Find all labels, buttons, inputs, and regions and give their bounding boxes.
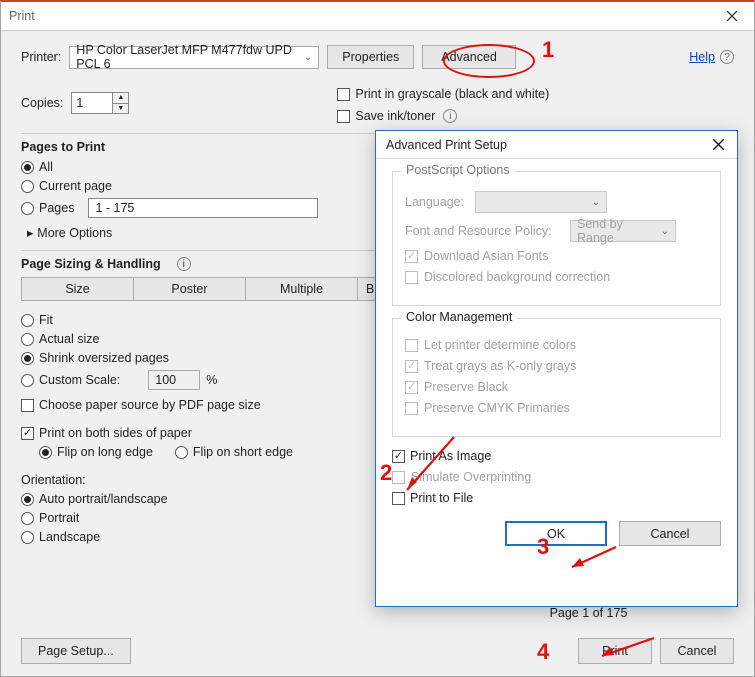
radio-auto-orient[interactable] xyxy=(21,493,34,506)
spinner-down-icon[interactable]: ▼ xyxy=(113,104,128,114)
color-management-group: Color Management Let printer determine c… xyxy=(392,318,721,437)
radio-flip-long[interactable] xyxy=(39,446,52,459)
radio-landscape[interactable] xyxy=(21,531,34,544)
print-button[interactable]: Print xyxy=(578,638,652,664)
modal-close-button[interactable] xyxy=(699,131,737,159)
radio-pages[interactable] xyxy=(21,202,34,215)
both-sides-checkbox[interactable] xyxy=(21,427,34,440)
advanced-print-setup-dialog: Advanced Print Setup PostScript Options … xyxy=(375,130,738,607)
custom-scale-input[interactable]: 100 xyxy=(148,370,200,390)
preserve-black-checkbox xyxy=(405,381,418,394)
print-to-file-checkbox[interactable] xyxy=(392,492,405,505)
modal-cancel-button[interactable]: Cancel xyxy=(619,521,721,546)
close-icon xyxy=(713,139,724,150)
titlebar: Print xyxy=(1,2,754,31)
print-as-image-checkbox[interactable] xyxy=(392,450,405,463)
modal-ok-button[interactable]: OK xyxy=(505,521,607,546)
asian-fonts-checkbox xyxy=(405,250,418,263)
modal-title: Advanced Print Setup xyxy=(386,138,507,152)
modal-titlebar: Advanced Print Setup xyxy=(376,131,737,159)
printer-selected-value: HP Color LaserJet MFP M477fdw UPD PCL 6 xyxy=(76,43,304,71)
advanced-button[interactable]: Advanced xyxy=(422,45,516,69)
printer-select[interactable]: HP Color LaserJet MFP M477fdw UPD PCL 6 … xyxy=(69,46,319,69)
orientation-heading: Orientation: xyxy=(21,473,387,487)
radio-flip-short[interactable] xyxy=(175,446,188,459)
spinner-up-icon[interactable]: ▲ xyxy=(113,93,128,104)
radio-shrink[interactable] xyxy=(21,352,34,365)
sizing-heading: Page Sizing & Handling xyxy=(21,257,161,271)
grayscale-label: Print in grayscale (black and white) xyxy=(355,87,549,101)
postscript-options-group: PostScript Options Language:⌄ Font and R… xyxy=(392,171,721,306)
page-setup-button[interactable]: Page Setup... xyxy=(21,638,131,664)
radio-fit[interactable] xyxy=(21,314,34,327)
close-icon xyxy=(727,11,737,21)
treat-grays-checkbox xyxy=(405,360,418,373)
pages-range-input[interactable]: 1 - 175 xyxy=(88,198,318,218)
discolored-bg-checkbox xyxy=(405,271,418,284)
ps-policy-select: Send by Range⌄ xyxy=(570,220,676,242)
info-icon[interactable]: i xyxy=(177,257,191,271)
close-button[interactable] xyxy=(709,2,754,31)
simulate-overprinting-checkbox xyxy=(392,471,405,484)
properties-button[interactable]: Properties xyxy=(327,45,414,69)
more-options-toggle[interactable]: ▸More Options xyxy=(27,225,387,240)
ps-language-select: ⌄ xyxy=(475,191,607,213)
copies-input[interactable]: 1 xyxy=(71,92,113,114)
info-icon[interactable]: i xyxy=(443,109,457,123)
let-printer-colors-checkbox xyxy=(405,339,418,352)
print-dialog: Print Printer: HP Color LaserJet MFP M47… xyxy=(0,0,755,677)
copies-spinner[interactable]: ▲▼ xyxy=(113,92,129,114)
multiple-tab[interactable]: Multiple xyxy=(245,277,357,301)
printer-label: Printer: xyxy=(21,50,61,64)
radio-custom[interactable] xyxy=(21,374,34,387)
radio-current[interactable] xyxy=(21,180,34,193)
copies-label: Copies: xyxy=(21,96,63,110)
poster-tab[interactable]: Poster xyxy=(133,277,245,301)
pages-heading: Pages to Print xyxy=(21,140,387,154)
help-link[interactable]: Help xyxy=(689,50,715,64)
radio-all[interactable] xyxy=(21,161,34,174)
chevron-down-icon: ⌄ xyxy=(304,52,312,63)
grayscale-checkbox[interactable] xyxy=(337,88,350,101)
radio-actual[interactable] xyxy=(21,333,34,346)
cancel-button[interactable]: Cancel xyxy=(660,638,734,664)
radio-portrait[interactable] xyxy=(21,512,34,525)
size-tab[interactable]: Size xyxy=(21,277,133,301)
save-ink-label: Save ink/toner xyxy=(355,109,435,123)
save-ink-checkbox[interactable] xyxy=(337,110,350,123)
triangle-right-icon: ▸ xyxy=(27,225,33,240)
preserve-cmyk-checkbox xyxy=(405,402,418,415)
choose-paper-checkbox[interactable] xyxy=(21,399,34,412)
help-icon[interactable]: ? xyxy=(720,50,734,64)
window-title: Print xyxy=(9,9,35,23)
